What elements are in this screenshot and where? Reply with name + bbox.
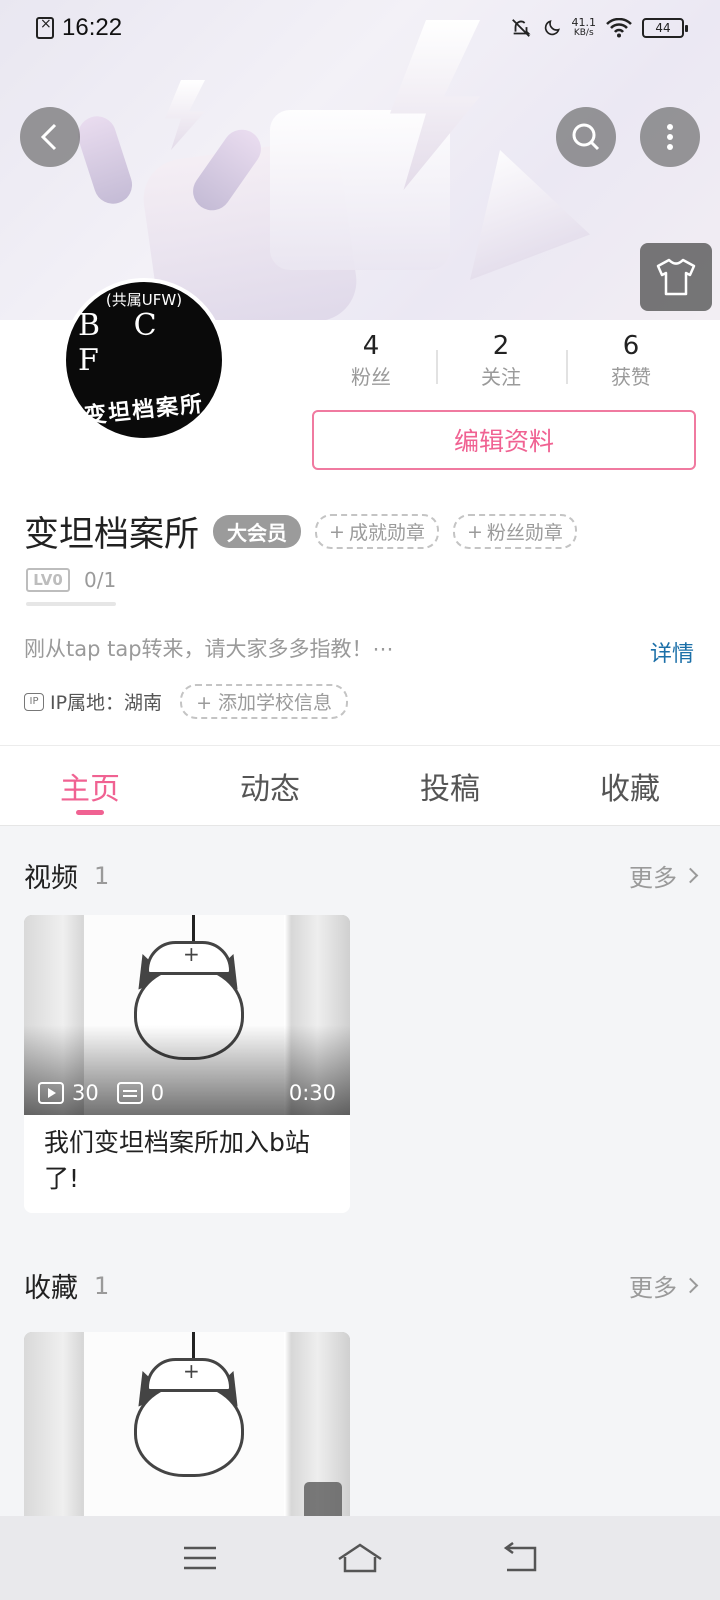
stat-followers[interactable]: 4 粉丝: [306, 330, 436, 392]
user-bio: 刚从tap tap转来，请大家多多指教！⋯: [24, 637, 394, 661]
chevron-right-icon: [682, 1277, 699, 1294]
back-nav-button[interactable]: [490, 1538, 550, 1578]
section-title: 视频: [24, 863, 78, 894]
status-bar: 16:22 41.1 KB/s 44: [0, 0, 720, 56]
status-time: 16:22: [62, 14, 123, 41]
chevron-right-icon: [682, 867, 699, 884]
video-card[interactable]: 30 0 0:30 我们变坦档案所加入b站了!: [24, 915, 350, 1213]
section-count: 1: [94, 1271, 110, 1300]
danmaku-icon: [116, 1082, 143, 1104]
video-meta: 30 0 0:30: [38, 1081, 336, 1105]
wifi-icon: [606, 18, 632, 38]
back-return-icon: [503, 1542, 537, 1572]
plus-icon: +: [196, 692, 219, 714]
no-sim-icon: [36, 16, 54, 39]
stat-likes[interactable]: 6 获赞: [566, 330, 696, 392]
search-icon: [572, 123, 600, 151]
videos-more-link[interactable]: 更多: [629, 858, 699, 893]
more-vertical-icon: [667, 124, 673, 150]
tab-dynamics[interactable]: 动态: [180, 746, 360, 825]
tshirt-icon: [656, 258, 696, 296]
play-count: 30: [72, 1081, 99, 1105]
stat-following[interactable]: 2 关注: [436, 330, 566, 392]
level-badge: LV0: [26, 568, 70, 592]
favorite-folder-card[interactable]: [24, 1332, 350, 1516]
favorites-more-link[interactable]: 更多: [629, 1268, 699, 1303]
tab-uploads[interactable]: 投稿: [360, 746, 540, 825]
menu-nav-button[interactable]: [170, 1538, 230, 1578]
system-nav-bar: [0, 1516, 720, 1600]
profile-stats: 4 粉丝 2 关注 6 获赞: [306, 330, 696, 392]
achievement-medal-button[interactable]: + 成就勋章: [315, 514, 439, 549]
section-title: 收藏: [24, 1273, 78, 1304]
more-options-button[interactable]: [640, 107, 700, 167]
menu-icon: [184, 1546, 216, 1570]
home-icon: [338, 1543, 382, 1573]
level-progress: 0/1: [84, 568, 117, 592]
plus-icon: +: [329, 520, 345, 543]
back-arrow-icon: [40, 123, 57, 151]
playlist-icon: [304, 1482, 342, 1516]
danmaku-count: 0: [150, 1081, 165, 1105]
moon-icon: [544, 20, 560, 36]
favorites-section-header: 收藏 1 更多: [24, 1266, 699, 1305]
video-thumbnail: 30 0 0:30: [24, 915, 350, 1115]
tab-home[interactable]: 主页: [0, 746, 180, 825]
video-duration: 0:30: [288, 1081, 336, 1105]
home-content: 视频 1 更多 30 0 0:30 我们变坦档: [0, 826, 720, 1516]
search-button[interactable]: [556, 107, 616, 167]
add-school-button[interactable]: + 添加学校信息: [180, 684, 349, 719]
back-button[interactable]: [20, 107, 80, 167]
video-title: 我们变坦档案所加入b站了!: [44, 1128, 310, 1193]
favorite-thumbnail: [24, 1332, 350, 1516]
fan-medal-button[interactable]: + 粉丝勋章: [452, 514, 577, 549]
dress-up-button[interactable]: [640, 243, 712, 311]
tab-favorites[interactable]: 收藏: [540, 746, 720, 825]
name-row: 变坦档案所 大会员 + 成就勋章 + 粉丝勋章: [24, 506, 577, 557]
home-nav-button[interactable]: [330, 1538, 390, 1578]
ip-icon: IP: [24, 692, 44, 711]
level-row[interactable]: LV0 0/1: [26, 568, 116, 592]
avatar[interactable]: (共属UFW) B C F 变坦档案所: [62, 278, 226, 442]
detail-link[interactable]: 详情: [650, 636, 694, 668]
vip-badge[interactable]: 大会员: [213, 515, 302, 548]
ip-location: IP IP属地：湖南: [24, 688, 162, 715]
net-speed: 41.1 KB/s: [571, 16, 597, 38]
profile-tabs: 主页 动态 投稿 收藏: [0, 746, 720, 826]
play-count-icon: [38, 1082, 64, 1104]
bell-off-icon: [511, 19, 531, 37]
section-count: 1: [94, 861, 110, 890]
level-progress-bar: [26, 602, 116, 606]
videos-section-header: 视频 1 更多: [24, 856, 699, 895]
user-name: 变坦档案所: [24, 515, 200, 555]
battery-icon: 44: [642, 18, 688, 38]
edit-profile-button[interactable]: 编辑资料: [312, 410, 696, 470]
plus-icon: +: [466, 520, 483, 543]
ip-row: IP IP属地：湖南 + 添加学校信息: [24, 684, 349, 719]
